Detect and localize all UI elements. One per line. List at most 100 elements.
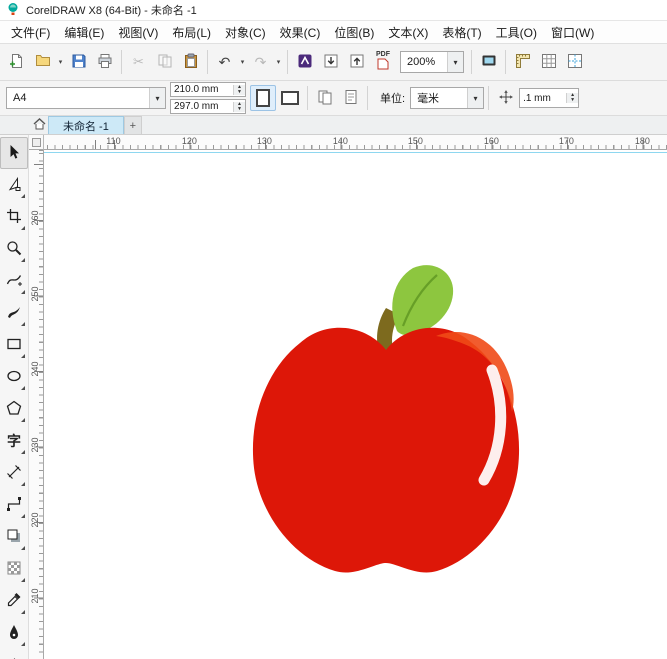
document-tab-bar: 未命名 -1 + xyxy=(0,116,667,135)
ellipse-tool[interactable] xyxy=(0,361,28,393)
copy-icon xyxy=(157,53,173,72)
menu-item-window[interactable]: 窗口(W) xyxy=(544,21,601,44)
export-icon xyxy=(349,53,365,72)
menu-item-tools[interactable]: 工具(O) xyxy=(489,21,544,44)
color-eyedropper-tool[interactable] xyxy=(0,585,28,617)
rectangle-tool[interactable] xyxy=(0,329,28,361)
new-document-tab-button[interactable]: + xyxy=(124,116,142,134)
zoom-dropdown-caret[interactable]: ▾ xyxy=(447,52,463,72)
page-width-field[interactable]: 210.0 mm ▲▼ xyxy=(170,82,246,97)
rectangle-tool-icon xyxy=(6,336,22,355)
all-pages-icon xyxy=(317,89,333,108)
connector-tool[interactable] xyxy=(0,489,28,521)
transparency-tool[interactable] xyxy=(0,553,28,585)
vruler-tick-label: 230 xyxy=(30,437,40,453)
text-tool[interactable]: 字 xyxy=(0,425,28,457)
show-grid-button[interactable] xyxy=(536,50,561,75)
artistic-media-tool[interactable] xyxy=(0,297,28,329)
page-size-preset-combobox[interactable]: A4 ▾ xyxy=(6,87,166,109)
home-icon xyxy=(33,118,46,133)
zoom-level-combobox[interactable]: 200% ▾ xyxy=(400,51,464,73)
toolbar-separator xyxy=(505,50,506,74)
publish-pdf-button[interactable]: PDF xyxy=(370,49,396,75)
horizontal-ruler[interactable]: 110 120 130 140 150 160 170 180 xyxy=(44,135,667,150)
menu-item-edit[interactable]: 编辑(E) xyxy=(57,21,111,44)
shape-tool[interactable] xyxy=(0,169,28,201)
rulers-icon xyxy=(515,53,531,72)
toolbar-separator xyxy=(207,50,208,74)
new-tab-label: + xyxy=(130,120,136,132)
undo-dropdown-caret[interactable]: ▾ xyxy=(238,58,247,66)
vertical-ruler[interactable]: 260 250 240 230 220 210 xyxy=(29,150,44,659)
drawing-canvas[interactable] xyxy=(44,150,667,659)
nudge-offset-button[interactable] xyxy=(493,86,518,111)
page-width-spinner[interactable]: ▲▼ xyxy=(233,85,245,95)
ellipse-tool-icon xyxy=(6,368,22,387)
page-dimensions: 210.0 mm ▲▼ 297.0 mm ▲▼ xyxy=(170,82,246,114)
apple-object[interactable] xyxy=(240,258,530,588)
hruler-tick-label: 170 xyxy=(559,136,574,146)
app-launcher-button[interactable] xyxy=(292,50,317,75)
menu-item-object[interactable]: 对象(C) xyxy=(218,21,273,44)
document-tab[interactable]: 未命名 -1 xyxy=(48,116,124,134)
page-width-value: 210.0 mm xyxy=(171,84,233,95)
copy-button[interactable] xyxy=(152,50,177,75)
paste-button[interactable] xyxy=(178,50,203,75)
redo-button[interactable]: ↷ xyxy=(248,50,273,75)
ruler-origin-corner[interactable] xyxy=(29,135,44,150)
page-height-field[interactable]: 297.0 mm ▲▼ xyxy=(170,99,246,114)
new-document-button[interactable] xyxy=(4,50,29,75)
artistic-media-tool-icon xyxy=(6,304,22,323)
undo-button[interactable]: ↶ xyxy=(212,50,237,75)
welcome-screen-button[interactable] xyxy=(30,116,48,134)
parallel-dimension-tool[interactable] xyxy=(0,457,28,489)
cut-icon: ✂ xyxy=(133,54,144,70)
crop-tool[interactable] xyxy=(0,201,28,233)
nudge-distance-spinner[interactable]: ▲▼ xyxy=(566,93,578,103)
current-page-button[interactable] xyxy=(338,86,363,111)
menu-item-bitmaps[interactable]: 位图(B) xyxy=(327,21,381,44)
pick-tool[interactable] xyxy=(0,137,28,169)
redo-dropdown-caret[interactable]: ▾ xyxy=(274,58,283,66)
zoom-tool[interactable] xyxy=(0,233,28,265)
interactive-fill-tool[interactable] xyxy=(0,649,28,659)
toolbar-separator xyxy=(307,86,308,110)
print-button[interactable] xyxy=(92,50,117,75)
landscape-orientation-button[interactable] xyxy=(277,85,303,111)
all-pages-button[interactable] xyxy=(312,86,337,111)
color-eyedropper-tool-icon xyxy=(6,592,22,611)
portrait-orientation-button[interactable] xyxy=(250,85,276,111)
menu-item-view[interactable]: 视图(V) xyxy=(111,21,165,44)
drop-shadow-tool[interactable] xyxy=(0,521,28,553)
fullscreen-preview-icon xyxy=(481,53,497,72)
toolbar-separator xyxy=(367,86,368,110)
save-button[interactable] xyxy=(66,50,91,75)
polygon-tool[interactable] xyxy=(0,393,28,425)
cut-button[interactable]: ✂ xyxy=(126,50,151,75)
nudge-distance-field[interactable]: .1 mm ▲▼ xyxy=(519,88,579,108)
open-dropdown-caret[interactable]: ▾ xyxy=(56,58,65,66)
show-guidelines-button[interactable] xyxy=(562,50,587,75)
menu-item-effects[interactable]: 效果(C) xyxy=(273,21,328,44)
menu-item-file[interactable]: 文件(F) xyxy=(4,21,57,44)
open-button[interactable] xyxy=(30,50,55,75)
page-guideline[interactable] xyxy=(44,152,667,153)
page-size-dropdown-caret[interactable]: ▾ xyxy=(149,88,165,108)
freehand-tool[interactable] xyxy=(0,265,28,297)
fullscreen-preview-button[interactable] xyxy=(476,50,501,75)
hruler-tick-label: 120 xyxy=(182,136,197,146)
import-button[interactable] xyxy=(318,50,343,75)
nudge-offset-icon xyxy=(498,89,514,108)
units-dropdown-caret[interactable]: ▾ xyxy=(467,88,483,108)
menu-item-text[interactable]: 文本(X) xyxy=(381,21,435,44)
show-rulers-button[interactable] xyxy=(510,50,535,75)
units-combobox[interactable]: 毫米 ▾ xyxy=(410,87,484,109)
units-label: 单位: xyxy=(380,90,405,106)
menu-item-table[interactable]: 表格(T) xyxy=(435,21,488,44)
outline-pen-tool[interactable] xyxy=(0,617,28,649)
page-height-spinner[interactable]: ▲▼ xyxy=(233,102,245,112)
menu-item-layout[interactable]: 布局(L) xyxy=(165,21,218,44)
export-button[interactable] xyxy=(344,50,369,75)
window-title: CorelDRAW X8 (64-Bit) - 未命名 -1 xyxy=(26,2,197,18)
hruler-tick-label: 160 xyxy=(484,136,499,146)
